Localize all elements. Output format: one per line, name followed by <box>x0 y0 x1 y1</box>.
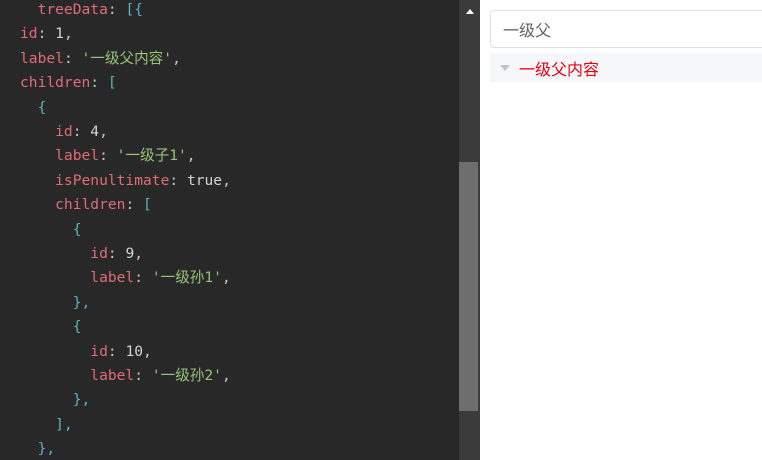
search-input[interactable] <box>490 10 762 48</box>
code-token: { <box>20 98 47 116</box>
code-token: children <box>20 74 91 92</box>
code-line: ], <box>20 413 73 437</box>
code-token: treeData <box>20 1 108 18</box>
code-token: id <box>20 342 108 360</box>
code-token: [ <box>143 196 152 214</box>
code-token: , <box>99 123 108 140</box>
code-line: }, <box>20 388 91 412</box>
code-token: label <box>20 269 135 287</box>
code-token: , <box>172 49 181 67</box>
code-token: '一级子1' <box>116 147 187 165</box>
code-token: true <box>186 171 223 189</box>
code-line: isPenultimate: true, <box>20 169 231 193</box>
code-token: , <box>143 342 152 360</box>
code-token: id <box>20 123 73 140</box>
code-token: }, <box>20 440 56 458</box>
code-token: }, <box>20 293 91 311</box>
code-line: }, <box>20 291 91 315</box>
code-token: : <box>72 123 91 140</box>
tree-panel: 一级父内容 <box>480 0 762 460</box>
code-token: }, <box>20 391 91 409</box>
code-token: : <box>134 269 152 287</box>
code-line: { <box>20 218 82 242</box>
code-token: , <box>134 245 144 262</box>
tree-node[interactable]: 一级父内容 <box>490 53 762 82</box>
triangle-up-icon <box>465 8 474 14</box>
editor-scrollbar[interactable] <box>459 0 480 460</box>
code-line: id: 4, <box>20 120 108 144</box>
code-token: label <box>20 49 64 67</box>
code-token: 4 <box>90 123 100 140</box>
code-token: , <box>221 367 231 384</box>
code-token: children <box>20 196 126 214</box>
code-line: }, <box>20 437 56 460</box>
scrollbar-thumb[interactable] <box>459 162 478 411</box>
code-line: treeData: [{ <box>20 0 143 22</box>
code-token: , <box>222 171 231 189</box>
code-token: : <box>134 367 152 384</box>
code-token: [{ <box>125 1 144 18</box>
code-token: label <box>20 147 100 165</box>
code-editor: treeData: [{id: 1, label: '一级父内容', childre… <box>0 0 459 460</box>
code-token: '一级孙1' <box>151 269 222 287</box>
code-token: id <box>20 245 108 262</box>
code-token: ], <box>20 415 73 433</box>
code-token: [ <box>107 74 117 92</box>
code-token: label <box>20 367 135 384</box>
code-token: '一级父内容' <box>81 49 173 67</box>
code-token: isPenultimate <box>20 171 170 189</box>
code-token: : <box>99 147 117 165</box>
code-line: label: '一级孙1', <box>20 266 231 290</box>
code-token: : <box>169 171 187 189</box>
code-token: , <box>63 25 73 43</box>
caret-down-icon[interactable] <box>500 64 510 71</box>
code-token: : <box>125 196 144 214</box>
code-token: : <box>63 49 82 67</box>
code-token: : <box>107 245 126 262</box>
code-token: , <box>186 147 196 165</box>
code-token: '一级孙2' <box>151 367 222 384</box>
code-token: : <box>90 74 108 92</box>
code-line: children: [ <box>20 71 117 95</box>
code-token: { <box>20 318 82 336</box>
code-token: id <box>20 25 38 43</box>
code-token: , <box>221 269 231 287</box>
code-token: : <box>107 1 126 18</box>
code-line: { <box>20 96 47 120</box>
code-token: 9 <box>125 245 135 262</box>
code-line: label: '一级孙2', <box>20 364 231 388</box>
code-line: id: 1, <box>20 22 73 46</box>
code-token: : <box>37 25 56 43</box>
tree-node-label: 一级父内容 <box>519 59 600 79</box>
code-token: 1 <box>55 25 64 43</box>
code-line: label: '一级子1', <box>20 144 196 168</box>
code-token: { <box>20 220 82 238</box>
code-line: label: '一级父内容', <box>20 47 181 71</box>
code-line: id: 9, <box>20 242 143 266</box>
code-token: : <box>107 342 126 360</box>
code-line: id: 10, <box>20 340 152 364</box>
code-line: children: [ <box>20 193 152 217</box>
code-token: 10 <box>125 342 144 360</box>
code-line: { <box>20 315 82 339</box>
scroll-up-button[interactable] <box>459 0 480 22</box>
